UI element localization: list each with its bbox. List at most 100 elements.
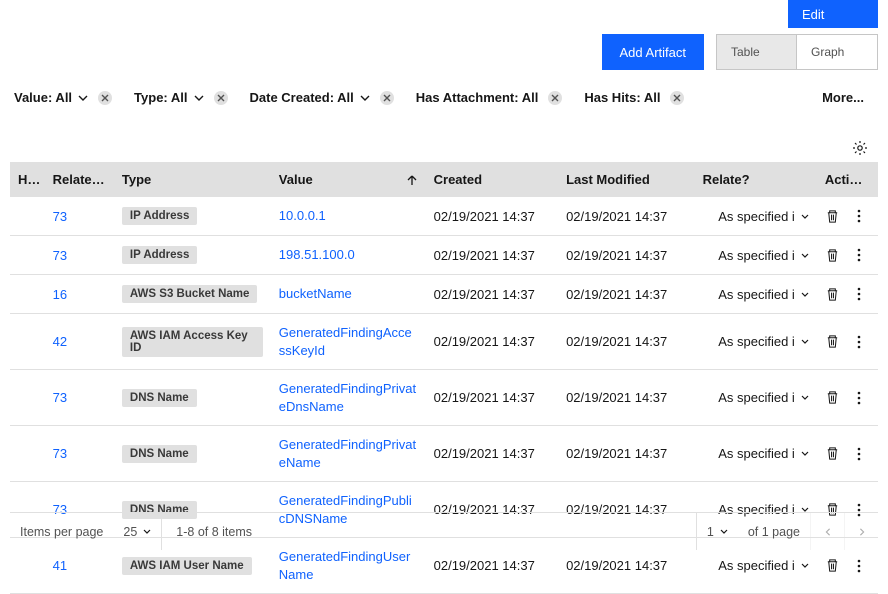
row-menu-button[interactable] [851,558,867,574]
prev-page-button[interactable] [810,513,844,550]
delete-button[interactable] [825,390,841,406]
related-link[interactable]: 73 [53,248,67,263]
filter-date-created[interactable]: Date Created: All [250,90,394,105]
pagination: Items per page 25 1-8 of 8 items 1 of 1 … [10,512,878,550]
chevron-down-icon [801,451,809,456]
col-created-label: Created [434,172,482,187]
table-row: 73 IP Address 10.0.0.1 02/19/2021 14:37 … [10,197,878,236]
col-value-label: Value [279,172,313,187]
created-text: 02/19/2021 14:37 [434,390,535,405]
col-modified[interactable]: Last Modified [558,162,695,197]
type-tag: AWS IAM User Name [122,557,252,575]
chevron-down-icon [801,563,809,568]
table-settings-button[interactable] [852,140,868,156]
next-page-button[interactable] [844,513,878,550]
col-value[interactable]: Value [271,162,426,197]
filter-has-hits[interactable]: Has Hits: All [584,90,684,105]
filter-type-clear[interactable] [214,91,228,105]
relate-select[interactable]: As specified i [703,558,809,573]
kebab-icon [857,209,861,223]
value-link[interactable]: 10.0.0.1 [279,208,326,223]
created-text: 02/19/2021 14:37 [434,446,535,461]
related-link[interactable]: 73 [53,446,67,461]
created-text: 02/19/2021 14:37 [434,287,535,302]
tab-table[interactable]: Table [717,35,797,69]
chevron-down-icon [801,253,809,258]
relate-select[interactable]: As specified i [703,390,809,405]
related-link[interactable]: 73 [53,390,67,405]
kebab-icon [857,335,861,349]
relate-text: As specified i [718,287,795,302]
chevron-down-icon [143,529,151,534]
filter-type[interactable]: Type: All [134,90,227,105]
add-artifact-button[interactable]: Add Artifact [602,34,704,70]
table-row: 16 AWS S3 Bucket Name bucketName 02/19/2… [10,275,878,314]
value-link[interactable]: GeneratedFindingAccessKeyId [279,325,412,358]
relate-select[interactable]: As specified i [703,334,809,349]
col-related[interactable]: Related I... [45,162,114,197]
row-menu-button[interactable] [851,334,867,350]
relate-select[interactable]: As specified i [703,287,809,302]
value-link[interactable]: GeneratedFindingUserName [279,549,411,582]
tab-graph[interactable]: Graph [797,35,877,69]
filter-has-attachment[interactable]: Has Attachment: All [416,90,563,105]
type-tag: IP Address [122,246,197,264]
row-menu-button[interactable] [851,446,867,462]
table-row: 73 IP Address 198.51.100.0 02/19/2021 14… [10,236,878,275]
modified-text: 02/19/2021 14:37 [566,390,667,405]
delete-button[interactable] [825,558,841,574]
row-menu-button[interactable] [851,208,867,224]
col-relate-label: Relate? [703,172,750,187]
table-row: 73 DNS Name GeneratedFindingPrivateName … [10,426,878,482]
delete-button[interactable] [825,334,841,350]
value-link[interactable]: bucketName [279,286,352,301]
kebab-icon [857,287,861,301]
page-of: of 1 page [738,525,810,539]
filter-hits-clear[interactable] [670,91,684,105]
row-menu-button[interactable] [851,247,867,263]
related-link[interactable]: 16 [53,287,67,302]
chevron-down-icon [360,95,370,101]
trash-icon [825,558,840,573]
gear-icon [852,140,868,156]
col-related-label: Related I... [53,172,114,187]
trash-icon [825,287,840,302]
row-menu-button[interactable] [851,286,867,302]
type-tag: DNS Name [122,445,197,463]
col-created[interactable]: Created [426,162,558,197]
view-toggle: Table Graph [716,34,878,70]
relate-select[interactable]: As specified i [703,248,809,263]
type-tag: IP Address [122,207,197,225]
page-select[interactable]: 1 [696,513,738,550]
col-relate[interactable]: Relate? [695,162,817,197]
filter-value[interactable]: Value: All [14,90,112,105]
created-text: 02/19/2021 14:37 [434,209,535,224]
related-link[interactable]: 73 [53,209,67,224]
delete-button[interactable] [825,247,841,263]
relate-select[interactable]: As specified i [703,209,809,224]
delete-button[interactable] [825,446,841,462]
created-text: 02/19/2021 14:37 [434,248,535,263]
related-link[interactable]: 41 [53,558,67,573]
relate-select[interactable]: As specified i [703,446,809,461]
filter-more[interactable]: More... [822,90,874,105]
items-per-page-select[interactable]: 25 [113,513,162,550]
related-link[interactable]: 42 [53,334,67,349]
filter-attachment-clear[interactable] [548,91,562,105]
row-menu-button[interactable] [851,390,867,406]
value-link[interactable]: 198.51.100.0 [279,247,355,262]
relate-text: As specified i [718,558,795,573]
value-link[interactable]: GeneratedFindingPrivateDnsName [279,381,416,414]
filter-date-clear[interactable] [380,91,394,105]
delete-button[interactable] [825,286,841,302]
value-link[interactable]: GeneratedFindingPrivateName [279,437,416,470]
col-type[interactable]: Type [114,162,271,197]
tab-table-label: Table [731,45,760,59]
col-hits[interactable]: Hits [10,162,45,197]
edit-button[interactable]: Edit [788,0,878,28]
kebab-icon [857,391,861,405]
chevron-down-icon [801,395,809,400]
filter-value-clear[interactable] [98,91,112,105]
delete-button[interactable] [825,208,841,224]
edit-label: Edit [802,7,824,22]
